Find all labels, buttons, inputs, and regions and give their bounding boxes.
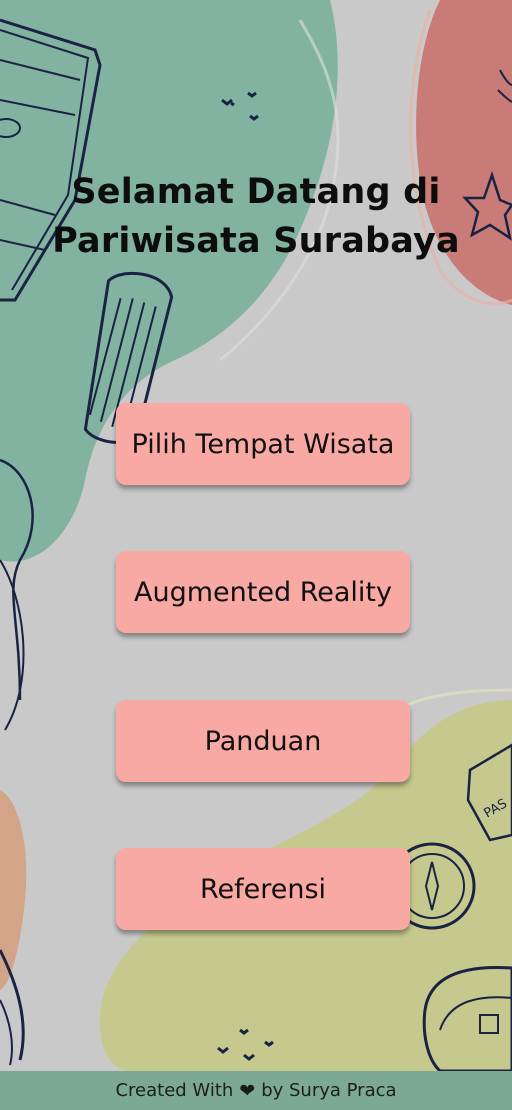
panduan-button[interactable]: Panduan (116, 700, 410, 782)
referensi-button[interactable]: Referensi (116, 848, 410, 930)
title-line-2: Pariwisata Surabaya (52, 221, 460, 261)
augmented-reality-button[interactable]: Augmented Reality (116, 551, 410, 633)
footer-suffix: by Surya Praca (261, 1080, 397, 1101)
pilih-tempat-wisata-button[interactable]: Pilih Tempat Wisata (116, 403, 410, 485)
footer-credit: Created With ❤ by Surya Praca (0, 1071, 512, 1110)
title-line-1: Selamat Datang di (71, 172, 441, 212)
footer-prefix: Created With (115, 1080, 234, 1101)
page-title: Selamat Datang di Pariwisata Surabaya (0, 168, 512, 266)
heart-icon: ❤ (239, 1079, 256, 1102)
app-screen: PAS Selamat Datang di Pariwisata Surabay… (0, 0, 512, 1110)
